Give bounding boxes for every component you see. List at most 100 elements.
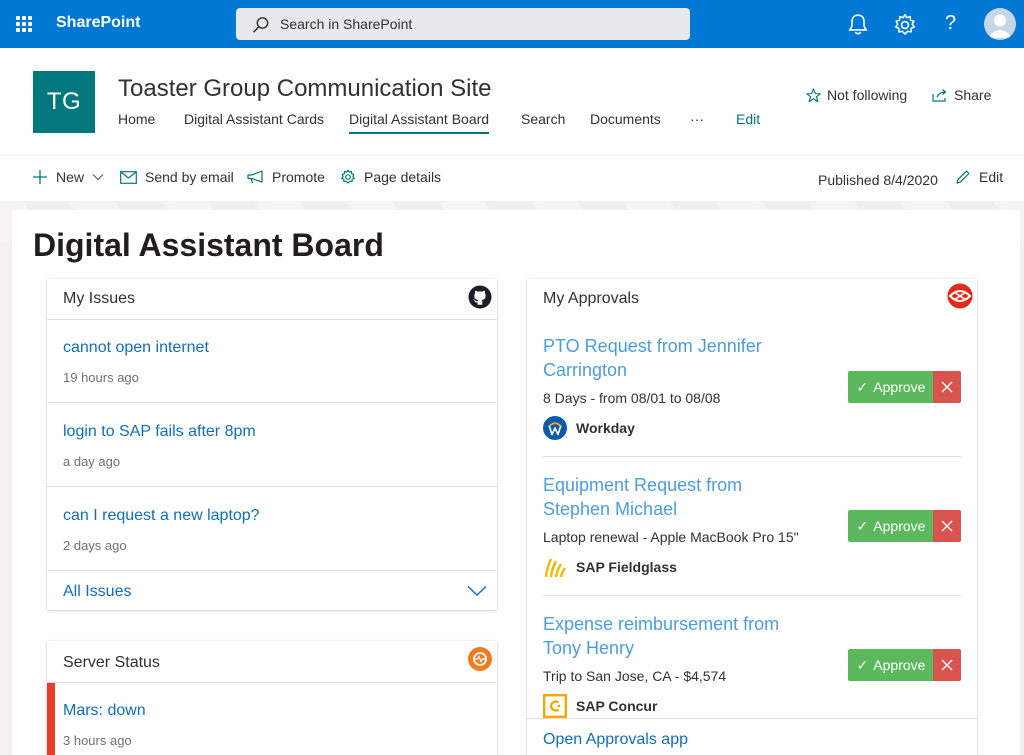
approval-source: Workday (543, 416, 635, 440)
pencil-icon (956, 170, 970, 184)
issue-link[interactable]: cannot open internet (63, 339, 209, 357)
new-label: New (56, 169, 85, 185)
reject-button[interactable] (933, 649, 961, 681)
issue-link[interactable]: login to SAP fails after 8pm (63, 423, 256, 441)
site-title[interactable]: Toaster Group Communication Site (118, 75, 492, 103)
nav-more[interactable]: ··· (690, 110, 704, 136)
approve-label: Approve (873, 518, 926, 534)
bell-icon[interactable] (846, 13, 870, 37)
issue-link[interactable]: can I request a new laptop? (63, 507, 260, 525)
card-title: My Issues (63, 290, 136, 307)
approval-source: SAP Fieldglass (543, 555, 677, 579)
help-icon[interactable]: ? (945, 12, 969, 36)
approve-button[interactable]: ✓ Approve (848, 510, 934, 542)
approvals-app-icon (947, 283, 973, 309)
github-icon (468, 285, 492, 309)
reject-button[interactable] (933, 371, 961, 403)
approval-subtitle: Laptop renewal - Apple MacBook Pro 15" (543, 529, 799, 545)
plus-icon (33, 170, 47, 184)
card-title: Server Status (63, 654, 160, 671)
search-box[interactable] (236, 8, 690, 40)
approval-title[interactable]: PTO Request from Jennifer Carrington (543, 334, 813, 382)
card-title: My Approvals (543, 290, 640, 307)
divider (543, 595, 961, 596)
share-label: Share (954, 87, 992, 103)
edit-page-button[interactable]: Edit (955, 169, 1003, 185)
workday-logo-icon (543, 416, 567, 440)
promote-button[interactable]: Promote (247, 169, 325, 185)
site-logo[interactable]: TG (33, 71, 95, 133)
issue-time: 19 hours ago (63, 370, 139, 385)
search-input[interactable] (280, 8, 660, 40)
divider (47, 682, 497, 683)
open-approvals-app-link[interactable]: Open Approvals app (543, 731, 688, 749)
source-name: SAP Fieldglass (576, 559, 677, 575)
send-by-email-button[interactable]: Send by email (120, 169, 234, 185)
follow-label: Not following (827, 87, 908, 103)
nav-edit[interactable]: Edit (736, 110, 760, 136)
approve-button[interactable]: ✓ Approve (848, 371, 934, 403)
page-details-button[interactable]: Page details (340, 169, 441, 185)
server-time: 3 hours ago (63, 733, 132, 748)
approval-subtitle: 8 Days - from 08/01 to 08/08 (543, 390, 721, 406)
check-icon: ✓ (856, 517, 869, 534)
divider (47, 402, 497, 403)
app-name[interactable]: SharePoint (56, 14, 140, 32)
issue-time: 2 days ago (63, 538, 127, 553)
published-date: Published 8/4/2020 (818, 172, 938, 188)
nav-digital-assistant-board[interactable]: Digital Assistant Board (349, 110, 490, 136)
follow-button[interactable]: Not following (806, 87, 907, 103)
page-details-label: Page details (364, 169, 442, 185)
nav-search[interactable]: Search (521, 110, 565, 136)
approve-label: Approve (873, 379, 926, 395)
search-icon (252, 17, 269, 33)
edit-label: Edit (979, 169, 1004, 185)
waffle-icon[interactable] (16, 16, 32, 32)
approval-source: SAP Concur (543, 694, 657, 718)
chevron-down-icon[interactable] (467, 585, 487, 597)
chevron-down-icon (92, 174, 104, 181)
status-monitor-icon (468, 647, 492, 671)
divider (47, 319, 497, 320)
promote-label: Promote (272, 169, 325, 185)
sap-fieldglass-logo-icon (544, 558, 566, 578)
all-issues-link[interactable]: All Issues (63, 583, 131, 601)
close-icon (941, 520, 953, 532)
megaphone-icon (247, 170, 263, 184)
mail-icon (120, 170, 137, 184)
sap-concur-logo-icon (543, 694, 567, 718)
page-title: Digital Assistant Board (33, 227, 384, 263)
gear-icon (341, 169, 355, 184)
site-header: TG Toaster Group Communication Site Home… (0, 48, 1024, 156)
approval-title[interactable]: Equipment Request from Stephen Michael (543, 473, 813, 521)
reject-button[interactable] (933, 510, 961, 542)
source-name: Workday (576, 420, 635, 436)
my-approvals-card: My Approvals PTO Request from Jennifer C… (527, 279, 977, 755)
status-down-indicator (47, 683, 55, 755)
divider (527, 718, 977, 719)
close-icon (941, 381, 953, 393)
divider (543, 456, 961, 457)
command-bar: New Send by email Promote Page details P… (0, 157, 1024, 201)
server-name[interactable]: Mars: down (63, 702, 146, 720)
divider (47, 570, 497, 571)
approve-button[interactable]: ✓ Approve (848, 649, 934, 681)
issue-time: a day ago (63, 454, 121, 469)
star-icon (806, 87, 821, 102)
new-button[interactable]: New (32, 169, 104, 185)
nav-documents[interactable]: Documents (590, 110, 661, 136)
check-icon: ✓ (856, 378, 869, 395)
gear-icon[interactable] (893, 13, 917, 37)
share-icon (932, 89, 947, 102)
approval-subtitle: Trip to San Jose, CA - $4,574 (543, 668, 727, 684)
nav-digital-assistant-cards[interactable]: Digital Assistant Cards (184, 110, 324, 136)
nav-home[interactable]: Home (118, 110, 155, 136)
share-button[interactable]: Share (932, 87, 991, 103)
my-issues-card: My Issues cannot open internet 19 hours … (47, 279, 497, 610)
avatar[interactable] (984, 8, 1016, 40)
check-icon: ✓ (856, 656, 869, 673)
approval-title[interactable]: Expense reimbursement from Tony Henry (543, 612, 813, 660)
approve-label: Approve (873, 657, 926, 673)
close-icon (941, 659, 953, 671)
server-status-card: Server Status Mars: down 3 hours ago (47, 641, 497, 755)
